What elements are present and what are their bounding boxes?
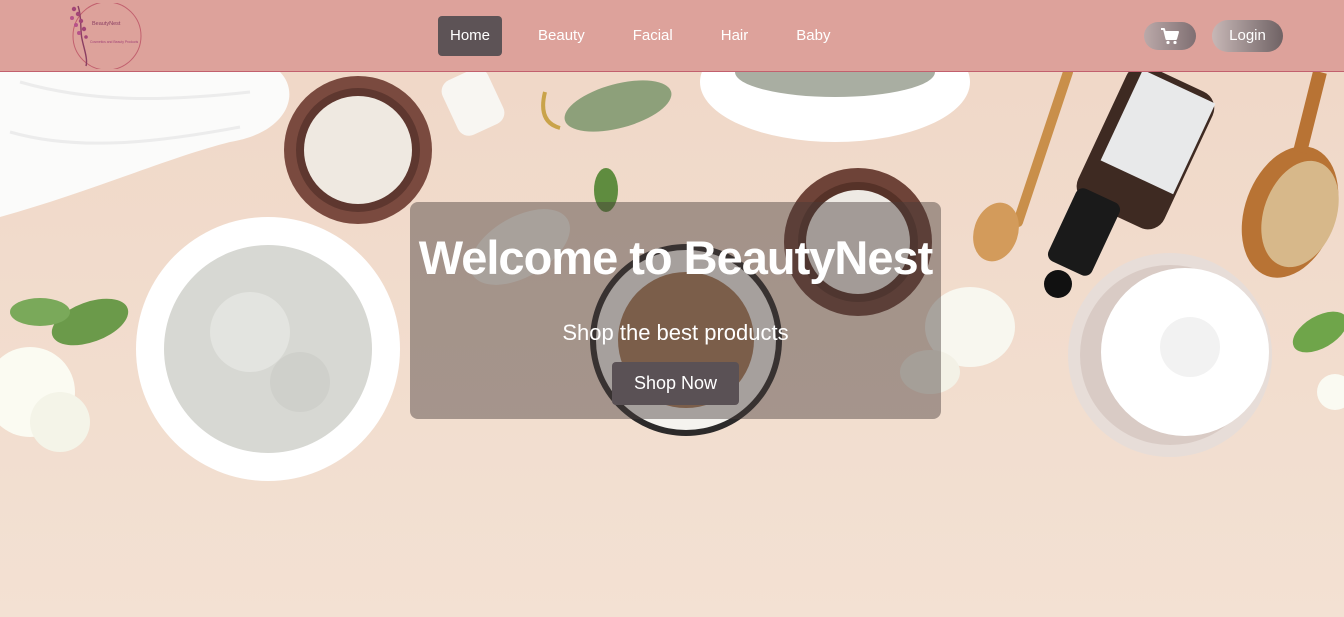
nav-home[interactable]: Home — [438, 16, 503, 56]
hero-title: Welcome to BeautyNest — [418, 231, 934, 284]
shopping-cart-icon — [1161, 28, 1179, 45]
cart-button[interactable] — [1144, 22, 1196, 50]
brand-name: BeautyNest — [92, 21, 121, 27]
shop-now-button[interactable]: Shop Now — [612, 362, 739, 405]
brand-tagline: Cosmetics and Beauty Products — [90, 40, 139, 44]
nav-facial[interactable]: Facial — [621, 16, 685, 56]
main-nav: Home Beauty Facial Hair Baby — [438, 16, 866, 56]
nav-baby[interactable]: Baby — [784, 16, 842, 56]
hero-subtitle: Shop the best products — [562, 320, 789, 345]
hero-banner: Welcome to BeautyNest Shop the best prod… — [0, 72, 1344, 617]
nav-hair[interactable]: Hair — [709, 16, 761, 56]
login-button[interactable]: Login — [1212, 20, 1283, 52]
hero-overlay: Welcome to BeautyNest Shop the best prod… — [410, 202, 941, 419]
nav-beauty[interactable]: Beauty — [526, 16, 597, 56]
top-navbar: BeautyNest Cosmetics and Beauty Products… — [0, 0, 1344, 72]
brand-logo[interactable]: BeautyNest Cosmetics and Beauty Products — [66, 1, 144, 71]
